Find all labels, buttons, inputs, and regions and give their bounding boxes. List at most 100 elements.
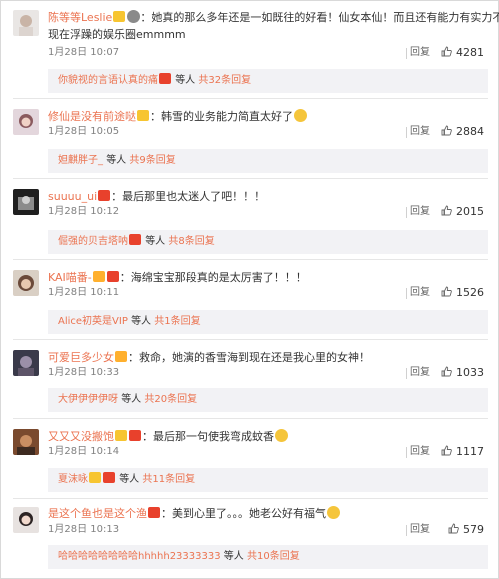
vip-badge-icon — [103, 472, 115, 483]
member-badge-icon — [159, 73, 171, 84]
sub-reply-total[interactable]: 共32条回复 — [198, 75, 251, 86]
avatar[interactable] — [13, 109, 39, 135]
sub-reply-total[interactable]: 共1条回复 — [154, 316, 200, 327]
sub-replies[interactable]: 倔强的贝吉塔呐 等人 共8条回复 — [48, 230, 488, 254]
member-badge-icon — [148, 507, 160, 518]
sub-reply-user[interactable]: 大伊伊伊伊呀 — [58, 394, 118, 405]
comment-separator — [13, 178, 488, 179]
like-button[interactable]: 2884 — [441, 124, 484, 140]
divider — [406, 368, 407, 379]
sub-reply-label: 等人 — [145, 236, 166, 247]
comment-text: ：最后那里也太迷人了吧！！！ — [111, 190, 266, 203]
like-button[interactable]: 4281 — [441, 45, 484, 61]
divider — [406, 207, 407, 218]
avatar[interactable] — [13, 429, 39, 455]
comment-username[interactable]: 陈等等Leslie — [48, 11, 112, 24]
like-count: 2884 — [456, 125, 484, 138]
sub-reply-total[interactable]: 共10条回复 — [247, 551, 300, 562]
divider — [406, 525, 407, 536]
reply-button[interactable]: 回复 — [410, 522, 430, 538]
comment-username[interactable]: suuuu_ui — [48, 190, 97, 203]
comment-separator — [13, 98, 488, 99]
member-badge-icon — [113, 11, 126, 22]
divider — [406, 288, 407, 299]
comment-username[interactable]: 可爱巨多少女 — [48, 351, 114, 364]
sub-reply-total[interactable]: 共8条回复 — [168, 236, 214, 247]
like-button[interactable]: 2015 — [441, 204, 484, 220]
sub-replies[interactable]: 你貌视的言语认真的痛 等人 共32条回复 — [48, 69, 488, 93]
sub-reply-user[interactable]: Alice初英是VIP — [58, 316, 128, 327]
reply-button[interactable]: 回复 — [410, 124, 430, 140]
avatar[interactable] — [13, 270, 39, 296]
like-count: 4281 — [456, 46, 484, 59]
sub-replies[interactable]: 妲麒胖子_ 等人 共9条回复 — [48, 149, 488, 173]
reply-button[interactable]: 回复 — [410, 365, 430, 381]
like-count: 579 — [463, 523, 484, 536]
comment-date: 1月28日 10:07 — [48, 47, 120, 58]
thumbs-up-icon — [441, 366, 452, 377]
reply-button[interactable]: 回复 — [410, 45, 430, 61]
sub-reply-user[interactable]: 倔强的贝吉塔呐 — [58, 236, 128, 247]
comment-username[interactable]: 是这个鱼也是这个渔 — [48, 507, 147, 520]
sub-replies[interactable]: 大伊伊伊伊呀 等人 共20条回复 — [48, 388, 488, 412]
comment-text: ：海绵宝宝那段真的是太厉害了！！！ — [119, 271, 307, 284]
like-count: 2015 — [456, 205, 484, 218]
like-count: 1526 — [456, 286, 484, 299]
comment-text: ：韩雪的业务能力简直太好了 — [150, 110, 293, 123]
emoji-icon — [327, 506, 340, 519]
sub-reply-total[interactable]: 共11条回复 — [142, 474, 195, 485]
like-button[interactable]: 579 — [448, 522, 484, 538]
like-button[interactable]: 1033 — [441, 365, 484, 381]
sub-reply-label: 等人 — [119, 474, 140, 485]
comment-text-continued: 现在浮躁的娱乐圈emmmm — [48, 28, 186, 41]
sub-replies[interactable]: 夏沫咏 等人 共11条回复 — [48, 468, 488, 492]
comment-panel: 陈等等Leslie ：她真的那么多年还是一如既往的好看！仙女本仙！而且还有能力有实… — [0, 0, 499, 579]
avatar[interactable] — [13, 350, 39, 376]
sub-replies[interactable]: Alice初英是VIP 等人 共1条回复 — [48, 310, 488, 334]
divider — [406, 127, 407, 138]
sub-reply-total[interactable]: 共9条回复 — [129, 155, 175, 166]
thumbs-up-icon — [448, 523, 459, 534]
comment-username[interactable]: KAI喵番- — [48, 271, 92, 284]
member-badge-icon — [92, 271, 105, 282]
comment-date: 1月28日 10:14 — [48, 446, 120, 457]
avatar[interactable] — [13, 10, 39, 36]
emoji-icon — [275, 429, 288, 442]
member-badge-icon — [98, 190, 111, 201]
comment-date: 1月28日 10:33 — [48, 367, 120, 378]
sub-reply-user[interactable]: 夏沫咏 — [58, 474, 88, 485]
avatar[interactable] — [13, 507, 39, 533]
sub-reply-label: 等人 — [175, 75, 196, 86]
divider — [406, 48, 407, 59]
reply-button[interactable]: 回复 — [410, 444, 430, 460]
comment-username[interactable]: 又又又没搬饱 — [48, 430, 114, 443]
reply-button[interactable]: 回复 — [410, 204, 430, 220]
vip-badge-icon — [129, 430, 141, 441]
sub-replies[interactable]: 哈哈哈哈哈哈哈哈hhhhh23333333 等人 共10条回复 — [48, 545, 488, 569]
sub-reply-total[interactable]: 共20条回复 — [144, 394, 197, 405]
sub-reply-user[interactable]: 你貌视的言语认真的痛 — [58, 75, 158, 86]
member-badge-icon — [115, 430, 127, 441]
reply-button[interactable]: 回复 — [410, 285, 430, 301]
emoji-icon — [294, 109, 307, 122]
like-button[interactable]: 1117 — [441, 444, 484, 460]
comment-text: ：她真的那么多年还是一如既往的好看！仙女本仙！而且还有能力有实力不像 — [140, 11, 499, 24]
comment-separator — [13, 339, 488, 340]
emoji-icon — [127, 10, 141, 23]
sub-reply-label: 等人 — [131, 316, 152, 327]
like-count: 1117 — [456, 445, 484, 458]
member-badge-icon — [137, 110, 149, 121]
thumbs-up-icon — [441, 205, 452, 216]
sub-reply-label: 等人 — [223, 551, 244, 562]
thumbs-up-icon — [441, 286, 452, 297]
avatar[interactable] — [13, 189, 39, 215]
comment-date: 1月28日 10:12 — [48, 206, 120, 217]
sub-reply-label: 等人 — [121, 394, 142, 405]
like-button[interactable]: 1526 — [441, 285, 484, 301]
comment-text: ：最后那一句使我弯成蚊香 — [142, 430, 274, 443]
comment-username[interactable]: 修仙是没有前途哒 — [48, 110, 136, 123]
sub-reply-user[interactable]: 哈哈哈哈哈哈哈哈hhhhh23333333 — [58, 551, 221, 562]
thumbs-up-icon — [441, 125, 452, 136]
comment-date: 1月28日 10:05 — [48, 126, 120, 137]
sub-reply-user[interactable]: 妲麒胖子_ — [58, 155, 103, 166]
